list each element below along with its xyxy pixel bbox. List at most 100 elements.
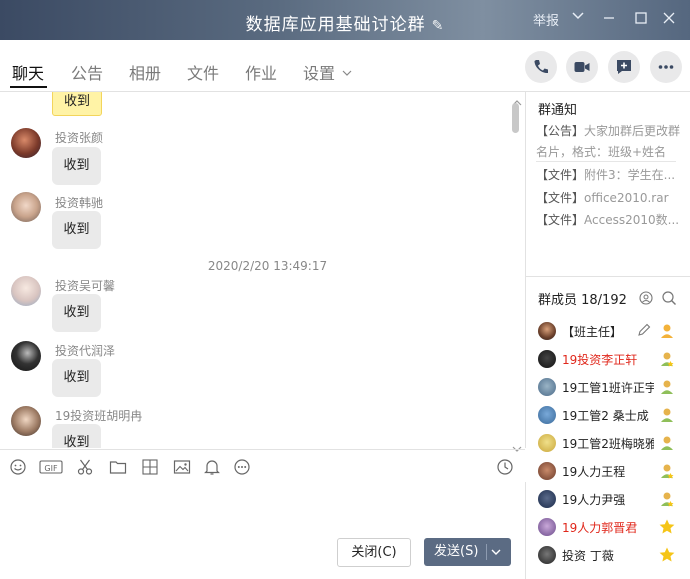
window-title: 数据库应用基础讨论群 ✎ — [0, 10, 690, 35]
avatar[interactable] — [11, 406, 41, 436]
avatar[interactable] — [11, 192, 41, 222]
avatar — [538, 406, 556, 424]
avatar — [538, 378, 556, 396]
picture-icon[interactable] — [173, 458, 191, 476]
chat-scrollbar[interactable] — [512, 103, 519, 133]
members-title: 群成员 18/192 — [538, 293, 627, 308]
sender-name: 投资张颜 — [55, 131, 104, 145]
file-item[interactable]: 【文件】office2010.rar — [536, 189, 669, 206]
divider — [536, 161, 676, 162]
minimize-icon[interactable] — [603, 8, 615, 26]
member-item[interactable]: 19人力王程 — [538, 462, 688, 482]
video-icon — [574, 62, 590, 72]
admin-role-icon — [658, 462, 676, 480]
member-name: 19人力尹强 — [562, 493, 626, 507]
divider — [526, 276, 690, 277]
folder-icon[interactable] — [109, 458, 127, 476]
member-item[interactable]: 19人力郭晋君 — [538, 518, 688, 538]
avatar[interactable] — [11, 341, 41, 371]
member-name: 19人力王程 — [562, 465, 626, 479]
history-clock-icon[interactable] — [496, 458, 514, 476]
tab-album[interactable]: 相册 — [129, 60, 161, 84]
admin-role-icon — [658, 490, 676, 508]
member-item[interactable]: 19工管2 桑士成 — [538, 406, 688, 426]
edit-title-icon[interactable]: ✎ — [432, 18, 445, 34]
notice-tag: 【文件】 — [536, 191, 585, 205]
group-chat-button[interactable] — [608, 51, 640, 83]
sender-name: 投资代润泽 — [55, 344, 116, 358]
maximize-icon[interactable] — [635, 12, 647, 28]
member-item[interactable]: 投资 丁薇 — [538, 546, 688, 566]
chat-plus-icon — [617, 60, 631, 74]
message-bubble: 收到 — [52, 424, 101, 448]
avatar — [538, 546, 556, 564]
notice-item[interactable]: 【公告】大家加群后更改群 — [536, 122, 680, 139]
avatar — [538, 490, 556, 508]
notice-tag: 【文件】 — [536, 168, 585, 182]
input-toolbar: GIF — [0, 449, 525, 482]
chevron-down-icon[interactable] — [572, 9, 584, 25]
group-name: 数据库应用基础讨论群 — [245, 15, 426, 35]
tab-files[interactable]: 文件 — [187, 60, 219, 84]
file-item[interactable]: 【文件】Access2010数... — [536, 211, 679, 228]
member-name: 19工管2班梅晓雅 — [562, 437, 654, 451]
edit-icon[interactable] — [636, 322, 652, 342]
avatar[interactable] — [11, 128, 41, 158]
member-add-icon[interactable] — [638, 290, 654, 310]
star-icon — [658, 518, 676, 536]
member-name: 19人力郭晋君 — [562, 521, 638, 535]
report-link[interactable]: 举报 — [533, 10, 559, 29]
avatar[interactable] — [11, 276, 41, 306]
gif-icon[interactable]: GIF — [39, 458, 63, 476]
notice-tag: 【文件】 — [536, 213, 585, 227]
message-bubble: 收到 — [52, 92, 102, 116]
chevron-down-icon[interactable] — [342, 63, 352, 82]
file-item[interactable]: 【文件】附件3：学生在... — [536, 166, 675, 183]
avatar — [538, 350, 556, 368]
emoji-icon[interactable] — [9, 458, 27, 476]
message-bubble: 收到 — [52, 359, 101, 397]
bell-icon[interactable] — [203, 458, 221, 476]
tab-chat[interactable]: 聊天 — [12, 60, 44, 84]
search-icon[interactable] — [661, 290, 677, 310]
member-item[interactable]: 【班主任】 — [538, 322, 688, 342]
more-options-icon[interactable] — [233, 458, 251, 476]
member-item[interactable]: 19人力尹强 — [538, 490, 688, 510]
send-button[interactable]: 发送(S) — [424, 538, 511, 566]
tab-homework[interactable]: 作业 — [245, 60, 277, 84]
member-item[interactable]: 19工管2班梅晓雅 — [538, 434, 688, 454]
member-item[interactable]: 19工管1班许正宇 — [538, 378, 688, 398]
avatar — [538, 462, 556, 480]
tab-settings[interactable]: 设置 — [303, 60, 335, 84]
video-call-button[interactable] — [566, 51, 598, 83]
chat-history[interactable]: 收到 投资张颜 收到 投资韩驰 收到 2020/2/20 13:49:17 投资… — [0, 92, 526, 448]
admin-role-icon — [658, 406, 676, 424]
admin-role-icon — [658, 378, 676, 396]
owner-role-icon — [658, 322, 676, 340]
screenshot-scissors-icon[interactable] — [76, 458, 94, 476]
image-grid-icon[interactable] — [141, 458, 159, 476]
notice-item[interactable]: 名片，格式：班级+姓名 — [536, 143, 666, 160]
svg-text:GIF: GIF — [44, 464, 58, 473]
member-name: 19投资李正轩 — [562, 353, 638, 367]
close-button[interactable]: 关闭(C) — [337, 538, 411, 567]
notice-text: 名片，格式：班级+姓名 — [536, 145, 667, 159]
voice-call-button[interactable] — [525, 51, 557, 83]
sender-name: 投资韩驰 — [55, 196, 104, 210]
star-icon — [658, 546, 676, 564]
sender-name: 19投资班胡明冉 — [55, 409, 143, 423]
admin-role-icon — [658, 350, 676, 368]
admin-role-icon — [658, 434, 676, 452]
message-bubble: 收到 — [52, 147, 101, 185]
more-button[interactable] — [650, 51, 682, 83]
tab-announcements[interactable]: 公告 — [71, 60, 103, 84]
notice-tag: 【公告】 — [536, 124, 585, 138]
avatar — [538, 518, 556, 536]
member-item[interactable]: 19投资李正轩 — [538, 350, 688, 370]
phone-icon — [534, 60, 548, 74]
member-name: 19工管2 桑士成 — [562, 409, 649, 423]
close-icon[interactable] — [663, 12, 675, 28]
send-options-chevron-icon[interactable] — [490, 538, 502, 578]
notice-text: 附件3：学生在... — [584, 168, 676, 182]
group-sidebar: 群通知 【公告】大家加群后更改群 名片，格式：班级+姓名 【文件】附件3：学生在… — [526, 92, 690, 579]
